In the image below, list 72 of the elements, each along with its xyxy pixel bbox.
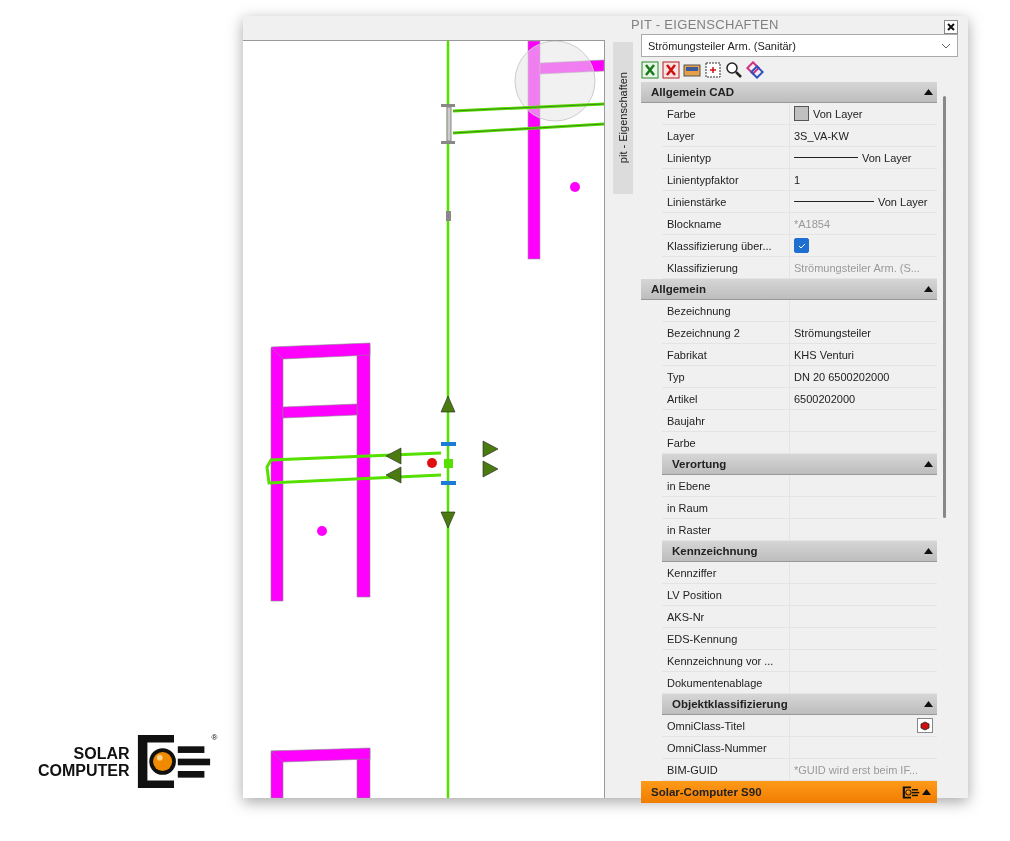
property-value: Von Layer [862, 151, 912, 164]
line-sample [794, 157, 858, 158]
caret-icon[interactable] [924, 461, 933, 467]
property-label: in Ebene [662, 475, 790, 496]
logo-text: SOLAR [73, 744, 130, 762]
property-label: Baujahr [662, 410, 790, 431]
panel-title: PIT - EIGENSCHAFTEN [631, 17, 779, 33]
property-value: 6500202000 [794, 392, 856, 405]
property-label: Linientyp [662, 147, 790, 168]
caret-icon[interactable] [924, 89, 933, 95]
property-label: Farbe [662, 103, 790, 124]
property-value: DN 20 6500202000 [794, 370, 890, 383]
picture-icon[interactable] [683, 61, 701, 79]
property-label: Linientypfaktor [662, 169, 790, 190]
property-label: Bezeichnung [662, 300, 790, 321]
property-value: Von Layer [878, 195, 928, 208]
property-label: BIM-GUID [662, 759, 790, 780]
property-label: Linienstärke [662, 191, 790, 212]
section-header[interactable]: Allgemein [641, 279, 937, 300]
caret-icon[interactable] [922, 789, 931, 795]
type-dropdown[interactable]: Strömungsteiler Arm. (Sanitär) [641, 34, 958, 57]
property-value: Strömungsteiler Arm. (S... [794, 261, 920, 274]
caret-icon[interactable] [924, 701, 933, 707]
section-header[interactable]: Objektklassifizierung [662, 694, 937, 715]
property-value: KHS Venturi [794, 348, 854, 361]
ring-icon[interactable] [746, 61, 764, 79]
caret-icon[interactable] [924, 548, 933, 554]
property-label: Layer [662, 125, 790, 146]
property-label: Kennziffer [662, 562, 790, 583]
property-value: *A1854 [794, 217, 831, 230]
registered-mark: ® [211, 733, 218, 742]
property-label: Klassifizierung über... [662, 235, 790, 256]
property-label: OmniClass-Nummer [662, 737, 790, 758]
side-tab[interactable]: pit - Eigenschaften [613, 42, 633, 194]
property-value: *GUID wird erst beim IF... [794, 763, 919, 776]
property-label: Kennzeichnung vor ... [662, 650, 790, 671]
excel-icon[interactable] [641, 61, 659, 79]
section-header[interactable]: Kennzeichnung [662, 541, 937, 562]
property-label: in Raum [662, 497, 790, 518]
property-value: Von Layer [813, 107, 863, 120]
section-header[interactable]: Allgemein CAD [641, 82, 937, 103]
property-label: Klassifizierung [662, 257, 790, 278]
select-frame-icon[interactable] [704, 61, 722, 79]
property-value: 1 [794, 173, 801, 186]
logo-text: COMPUTER [38, 761, 130, 779]
search-icon[interactable] [725, 61, 743, 79]
excel-delete-icon[interactable] [662, 61, 680, 79]
property-label: Typ [662, 366, 790, 387]
property-label: Artikel [662, 388, 790, 409]
chevron-down-icon [941, 42, 951, 49]
logo-icon [902, 785, 920, 799]
checkbox[interactable] [794, 238, 809, 253]
property-label: AKS-Nr [662, 606, 790, 627]
property-label: in Raster [662, 519, 790, 540]
property-label: OmniClass-Titel [662, 715, 790, 736]
property-label: Fabrikat [662, 344, 790, 365]
close-button[interactable] [944, 20, 958, 34]
check-icon [797, 242, 806, 249]
property-label: EDS-Kennung [662, 628, 790, 649]
property-label: LV Position [662, 584, 790, 605]
color-swatch [794, 106, 809, 121]
scrollbar-thumb[interactable] [943, 96, 946, 518]
tag-button[interactable] [917, 718, 933, 733]
footer-bar[interactable]: Solar-Computer S90 [641, 781, 937, 803]
property-label: Blockname [662, 213, 790, 234]
section-header[interactable]: Verortung [662, 454, 937, 475]
caret-icon[interactable] [924, 286, 933, 292]
property-value: Strömungsteiler [794, 326, 872, 339]
property-label: Bezeichnung 2 [662, 322, 790, 343]
property-label: Farbe [662, 432, 790, 453]
property-label: Dokumentenablage [662, 672, 790, 693]
property-value: 3S_VA-KW [794, 129, 849, 142]
